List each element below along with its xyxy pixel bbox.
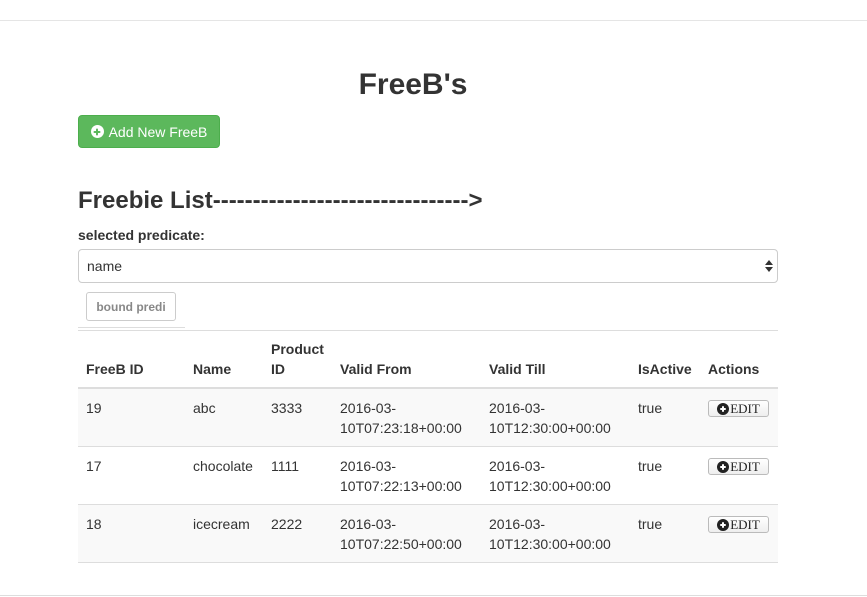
plus-circle-icon: [90, 125, 104, 138]
bound-predicate-button[interactable]: bound predi: [86, 292, 176, 321]
table-row: 18 icecream 2222 2016-03-10T07:22:50+00:…: [78, 504, 778, 563]
column-header-valid-till: Valid Till: [481, 330, 630, 389]
bound-predicate-underline: [78, 327, 185, 328]
selected-predicate-label: selected predicate:: [78, 227, 205, 243]
page-title: FreeB's: [358, 68, 468, 101]
freebie-list-heading: Freebie List----------------------------…: [78, 187, 483, 214]
cell-name: icecream: [185, 504, 263, 563]
add-new-freeb-button[interactable]: Add New FreeB: [78, 115, 220, 148]
edit-button[interactable]: EDIT: [708, 458, 769, 475]
bottom-divider: [0, 595, 867, 596]
plus-circle-icon: [717, 460, 730, 473]
plus-circle-icon: [717, 402, 730, 415]
cell-name: chocolate: [185, 446, 263, 505]
edit-button[interactable]: EDIT: [708, 400, 769, 417]
cell-valid-till: 2016-03-10T12:30:00+00:00: [481, 446, 630, 505]
cell-actions: EDIT: [700, 446, 778, 505]
plus-circle-icon: [717, 518, 730, 531]
edit-button-label: EDIT: [730, 400, 760, 416]
edit-button-label: EDIT: [730, 516, 760, 532]
top-divider: [0, 20, 867, 21]
cell-valid-from: 2016-03-10T07:22:13+00:00: [332, 446, 481, 505]
cell-freeb-id: 19: [78, 387, 185, 447]
cell-valid-till: 2016-03-10T12:30:00+00:00: [481, 504, 630, 563]
cell-product-id: 2222: [263, 504, 332, 563]
column-header-valid-from: Valid From: [332, 330, 481, 389]
cell-freeb-id: 17: [78, 446, 185, 505]
cell-is-active: true: [630, 387, 700, 447]
select-arrows-icon: [765, 259, 773, 273]
cell-valid-from: 2016-03-10T07:23:18+00:00: [332, 387, 481, 447]
cell-actions: EDIT: [700, 504, 778, 563]
cell-is-active: true: [630, 446, 700, 505]
cell-product-id: 3333: [263, 387, 332, 447]
edit-button-label: EDIT: [730, 458, 760, 474]
column-header-freeb-id: FreeB ID: [78, 330, 185, 389]
freebie-table: FreeB ID Name Product ID Valid From Vali…: [78, 330, 778, 563]
cell-valid-till: 2016-03-10T12:30:00+00:00: [481, 387, 630, 447]
predicate-select[interactable]: name: [78, 249, 778, 283]
column-header-is-active: IsActive: [630, 330, 700, 389]
predicate-select-value: name: [87, 258, 123, 274]
table-row: 17 chocolate 1111 2016-03-10T07:22:13+00…: [78, 446, 778, 505]
cell-valid-from: 2016-03-10T07:22:50+00:00: [332, 504, 481, 563]
column-header-product-id: Product ID: [263, 330, 332, 389]
table-header-row: FreeB ID Name Product ID Valid From Vali…: [78, 330, 778, 389]
table-row: 19 abc 3333 2016-03-10T07:23:18+00:00 20…: [78, 387, 778, 447]
cell-name: abc: [185, 387, 263, 447]
column-header-actions: Actions: [700, 330, 778, 389]
cell-freeb-id: 18: [78, 504, 185, 563]
column-header-name: Name: [185, 330, 263, 389]
cell-actions: EDIT: [700, 387, 778, 447]
edit-button[interactable]: EDIT: [708, 516, 769, 533]
cell-product-id: 1111: [263, 446, 332, 505]
add-new-freeb-label: Add New FreeB: [108, 123, 208, 140]
cell-is-active: true: [630, 504, 700, 563]
